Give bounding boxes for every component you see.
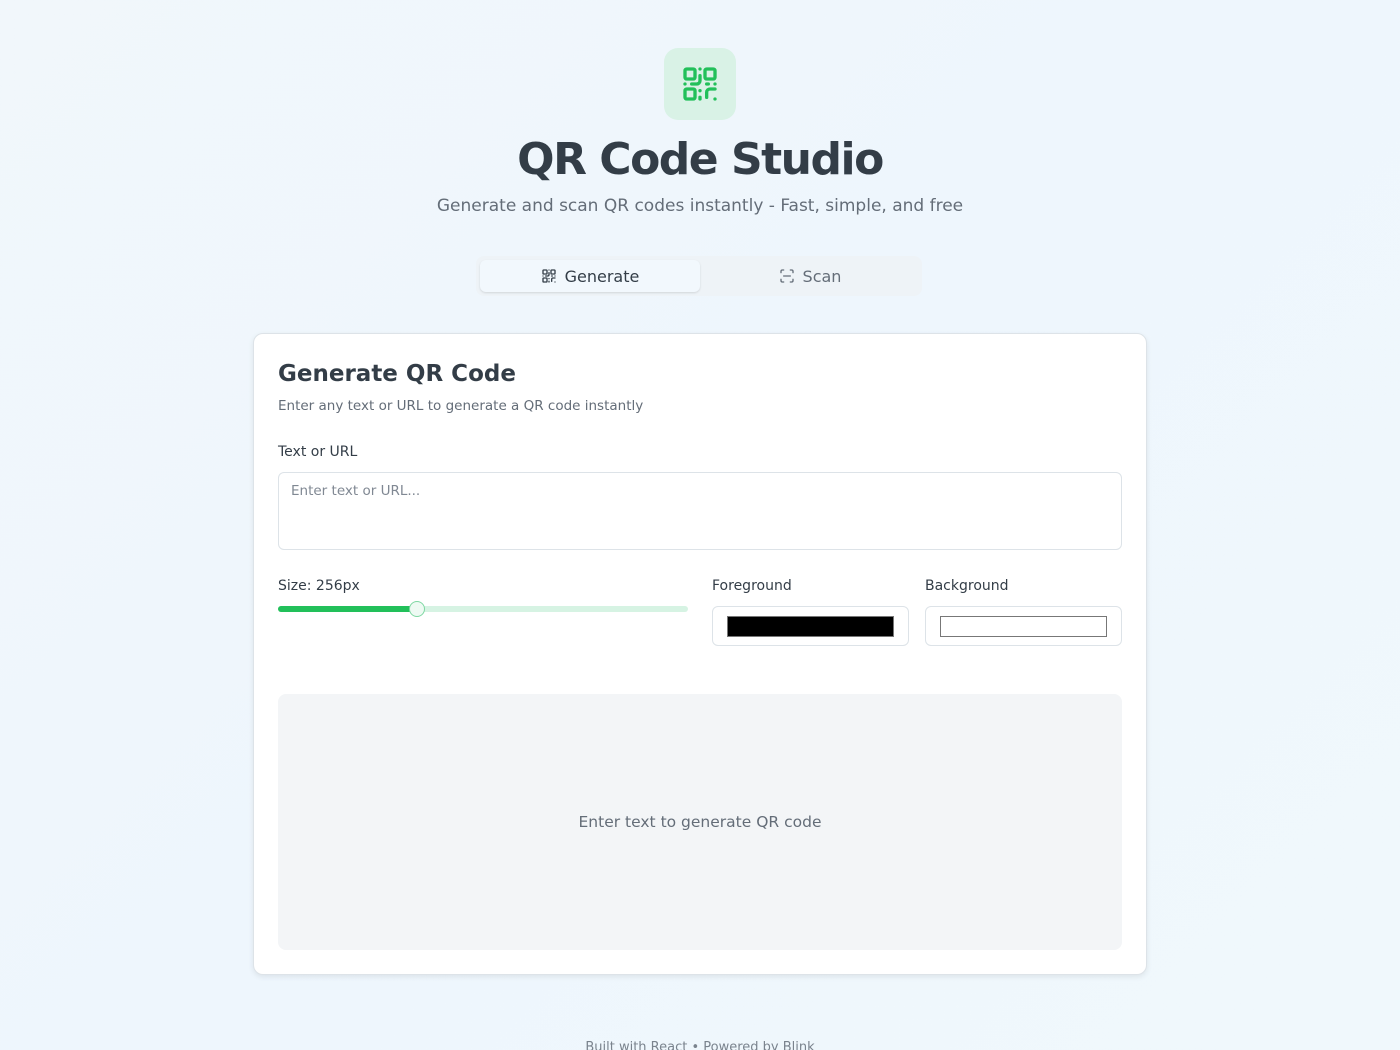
size-label: Size: 256px (278, 578, 360, 594)
tab-generate[interactable]: Generate (480, 260, 700, 292)
size-slider-fill (278, 606, 418, 612)
app-logo (664, 48, 736, 120)
footer-text: Built with React • Powered by Blink (585, 1040, 815, 1050)
qr-code-icon (541, 269, 556, 283)
generator-card: Generate QR Code Enter any text or URL t… (253, 333, 1147, 975)
text-input-label: Text or URL (278, 444, 358, 460)
text-url-input[interactable] (278, 472, 1122, 550)
foreground-color-picker[interactable] (712, 606, 909, 646)
qr-preview-area: Enter text to generate QR code (278, 694, 1122, 950)
background-color-swatch (940, 616, 1107, 637)
mode-tabs: Generate Scan (476, 256, 922, 296)
preview-placeholder: Enter text to generate QR code (578, 813, 822, 831)
page-subtitle: Generate and scan QR codes instantly - F… (436, 196, 964, 216)
tab-scan-label: Scan (802, 266, 842, 286)
background-color-picker[interactable] (925, 606, 1122, 646)
foreground-label: Foreground (712, 578, 792, 594)
scan-icon (779, 269, 794, 283)
size-slider-thumb[interactable] (409, 601, 426, 617)
foreground-color-swatch (727, 616, 894, 637)
size-slider[interactable] (278, 601, 688, 617)
page-title: QR Code Studio (517, 134, 884, 185)
qr-code-icon (683, 67, 717, 101)
card-description: Enter any text or URL to generate a QR c… (278, 398, 644, 414)
card-title: Generate QR Code (278, 361, 516, 387)
tab-scan[interactable]: Scan (700, 260, 920, 292)
tab-generate-label: Generate (564, 266, 640, 286)
background-label: Background (925, 578, 1009, 594)
